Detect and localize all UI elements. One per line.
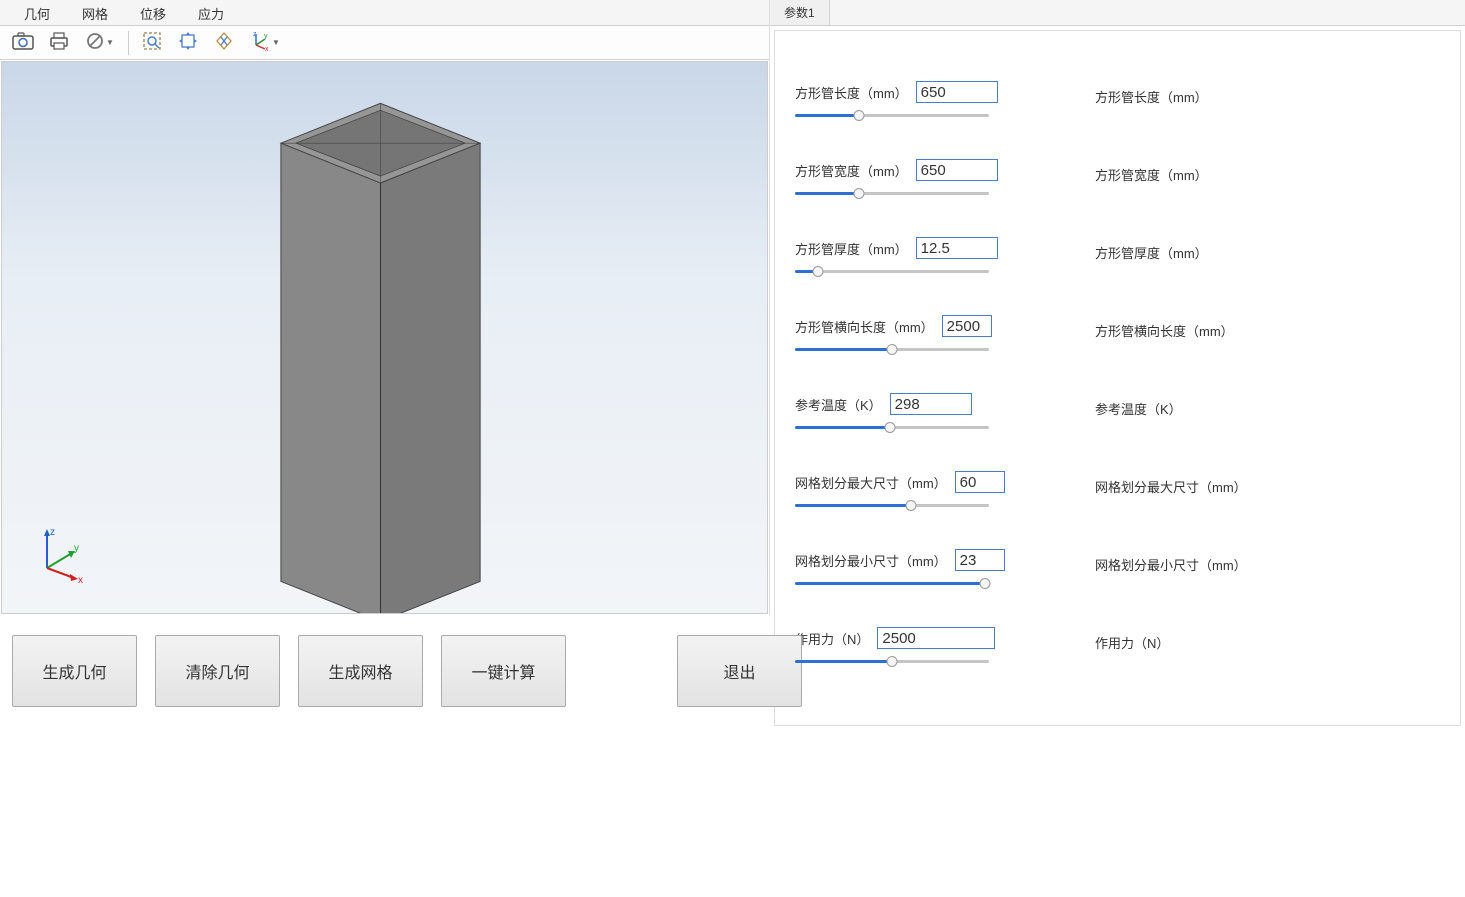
param-label: 网格划分最大尺寸（mm） xyxy=(795,473,947,492)
menu-mesh[interactable]: 网格 xyxy=(66,0,124,25)
param-input-ref-temperature[interactable] xyxy=(890,393,972,415)
param-input-thickness[interactable] xyxy=(916,237,998,259)
param-slider-force[interactable] xyxy=(795,655,989,669)
chevron-down-icon: ▼ xyxy=(272,38,280,47)
param-label: 方形管横向长度（mm） xyxy=(795,317,934,336)
print-icon xyxy=(49,32,69,53)
param-label: 方形管宽度（mm） xyxy=(795,161,908,180)
param-slider-transverse-length[interactable] xyxy=(795,343,989,357)
param-input-mesh-max[interactable] xyxy=(955,471,1005,493)
parameters-pane: 参数1 方形管长度（mm） 方形管长度（mm） xyxy=(770,0,1465,615)
param-input-mesh-min[interactable] xyxy=(955,549,1005,571)
geometry-visualization xyxy=(2,62,767,613)
param-input-length[interactable] xyxy=(916,81,998,103)
param-label: 方形管长度（mm） xyxy=(795,83,908,102)
refresh-triangles-icon xyxy=(214,31,234,54)
default-view-button[interactable] xyxy=(207,28,241,58)
exit-button[interactable]: 退出 xyxy=(677,635,802,707)
param-input-width[interactable] xyxy=(916,159,998,181)
tab-params1[interactable]: 参数1 xyxy=(770,0,830,25)
param-desc: 方形管宽度（mm） xyxy=(1055,159,1208,184)
menubar: 几何 网格 位移 应力 xyxy=(0,0,769,26)
svg-text:x: x xyxy=(265,46,269,51)
action-buttons-row: 生成几何 清除几何 生成网格 一键计算 退出 xyxy=(0,615,1465,727)
menu-stress[interactable]: 应力 xyxy=(182,0,240,25)
camera-icon xyxy=(12,32,34,53)
chevron-down-icon: ▼ xyxy=(106,38,114,47)
param-input-transverse-length[interactable] xyxy=(942,315,992,337)
param-row-ref-temperature: 参考温度（K） 参考温度（K） xyxy=(795,393,1440,443)
param-row-mesh-max: 网格划分最大尺寸（mm） 网格划分最大尺寸（mm） xyxy=(795,471,1440,521)
svg-text:y: y xyxy=(74,543,79,554)
param-desc: 方形管横向长度（mm） xyxy=(1055,315,1234,340)
param-row-thickness: 方形管厚度（mm） 方形管厚度（mm） xyxy=(795,237,1440,287)
view-orientation-dropdown[interactable]: z y x ▼ xyxy=(243,28,287,58)
zoom-extents-button[interactable] xyxy=(171,28,205,58)
param-desc: 参考温度（K） xyxy=(1055,393,1182,418)
menu-geometry[interactable]: 几何 xyxy=(8,0,66,25)
param-row-width: 方形管宽度（mm） 方形管宽度（mm） xyxy=(795,159,1440,209)
toolbar-separator xyxy=(128,31,129,55)
param-slider-mesh-max[interactable] xyxy=(795,499,989,513)
param-slider-width[interactable] xyxy=(795,187,989,201)
one-click-calculate-button[interactable]: 一键计算 xyxy=(441,635,566,707)
move-icon xyxy=(178,31,198,54)
zoom-box-button[interactable] xyxy=(135,28,169,58)
svg-text:y: y xyxy=(264,33,268,40)
toolbar: ▼ xyxy=(0,26,769,60)
param-row-length: 方形管长度（mm） 方形管长度（mm） xyxy=(795,81,1440,131)
left-pane: 几何 网格 位移 应力 xyxy=(0,0,770,615)
axis-triad: z y x xyxy=(32,523,92,583)
param-tabbar: 参数1 xyxy=(770,0,1465,26)
menu-displacement[interactable]: 位移 xyxy=(124,0,182,25)
param-slider-length[interactable] xyxy=(795,109,989,123)
svg-text:z: z xyxy=(50,527,55,538)
param-label: 网格划分最小尺寸（mm） xyxy=(795,551,947,570)
param-desc: 网格划分最小尺寸（mm） xyxy=(1055,549,1247,574)
no-symbol-icon xyxy=(86,32,104,53)
param-desc: 方形管长度（mm） xyxy=(1055,81,1208,106)
snapshot-button[interactable] xyxy=(6,28,40,58)
svg-text:z: z xyxy=(253,31,257,38)
param-desc: 网格划分最大尺寸（mm） xyxy=(1055,471,1247,496)
param-slider-ref-temperature[interactable] xyxy=(795,421,989,435)
select-box-icon xyxy=(142,31,162,54)
param-row-mesh-min: 网格划分最小尺寸（mm） 网格划分最小尺寸（mm） xyxy=(795,549,1440,599)
generate-geometry-button[interactable]: 生成几何 xyxy=(12,635,137,707)
param-label: 参考温度（K） xyxy=(795,395,882,414)
clear-geometry-button[interactable]: 清除几何 xyxy=(155,635,280,707)
svg-text:x: x xyxy=(78,575,83,583)
generate-mesh-button[interactable]: 生成网格 xyxy=(298,635,423,707)
transparency-dropdown[interactable]: ▼ xyxy=(78,28,122,58)
axis-xyz-icon: z y x xyxy=(250,31,270,54)
param-desc: 方形管厚度（mm） xyxy=(1055,237,1208,262)
3d-viewport[interactable]: z y x xyxy=(1,61,768,614)
param-slider-thickness[interactable] xyxy=(795,265,989,279)
param-label: 方形管厚度（mm） xyxy=(795,239,908,258)
param-row-transverse-length: 方形管横向长度（mm） 方形管横向长度（mm） xyxy=(795,315,1440,365)
param-slider-mesh-min[interactable] xyxy=(795,577,989,591)
print-button[interactable] xyxy=(42,28,76,58)
